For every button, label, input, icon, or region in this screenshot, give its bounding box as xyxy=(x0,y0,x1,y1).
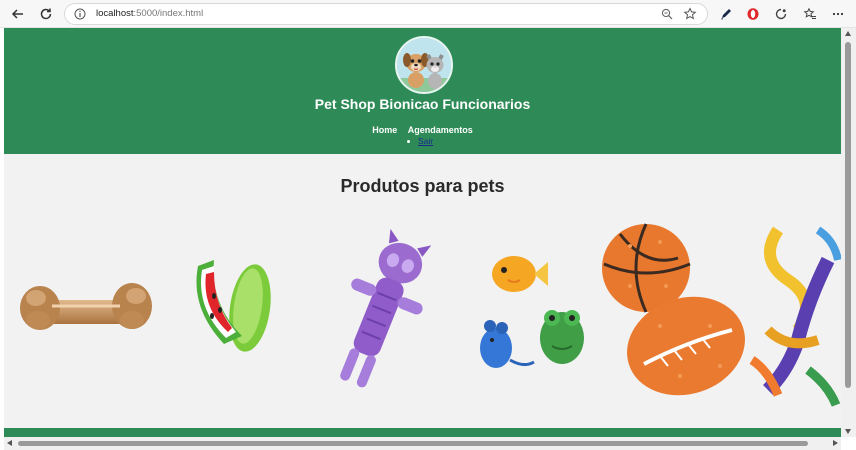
extensions-icon[interactable] xyxy=(771,4,791,24)
nav-sublist: Sair xyxy=(407,136,433,146)
info-icon[interactable] xyxy=(74,8,86,20)
horizontal-scroll-thumb[interactable] xyxy=(18,441,808,446)
ball-toys-image xyxy=(602,223,745,396)
zoom-icon[interactable] xyxy=(661,8,673,20)
site-title: Pet Shop Bionicao Funcionarios xyxy=(314,96,531,112)
scroll-right-icon[interactable] xyxy=(833,440,838,446)
bone-toy-image xyxy=(20,283,152,330)
scroll-down-icon[interactable] xyxy=(845,429,851,434)
site-header: Pet Shop Bionicao Funcionarios Home Agen… xyxy=(4,28,841,154)
footer-bar xyxy=(4,428,841,437)
scroll-left-icon[interactable] xyxy=(7,440,12,446)
pen-icon[interactable] xyxy=(716,4,736,24)
main-nav: Home Agendamentos xyxy=(4,125,841,135)
product-gallery xyxy=(4,208,841,418)
url-host: localhost xyxy=(96,8,134,19)
vertical-scroll-thumb[interactable] xyxy=(845,42,851,388)
logo xyxy=(395,36,453,94)
section-title: Produtos para pets xyxy=(340,176,505,196)
browser-toolbar: localhost:5000/index.html xyxy=(0,0,856,28)
vertical-scrollbar[interactable] xyxy=(841,28,856,437)
star-icon[interactable] xyxy=(683,7,697,21)
url-text: localhost:5000/index.html xyxy=(96,8,203,19)
logout-link[interactable]: Sair xyxy=(418,136,433,146)
nav-agendamentos-link[interactable]: Agendamentos xyxy=(408,125,473,135)
rope-toy-image xyxy=(749,226,841,407)
more-icon[interactable] xyxy=(828,4,848,24)
horizontal-scrollbar[interactable] xyxy=(4,437,841,450)
address-bar[interactable]: localhost:5000/index.html xyxy=(64,3,708,25)
fish-mouse-frog-toys-image xyxy=(480,256,584,368)
scroll-up-icon[interactable] xyxy=(845,31,851,36)
favorites-icon[interactable] xyxy=(800,4,820,24)
page-viewport: Pet Shop Bionicao Funcionarios Home Agen… xyxy=(4,28,841,437)
list-bullet xyxy=(407,139,410,143)
purple-cat-toy-image xyxy=(340,228,432,388)
watermelon-toy-image xyxy=(196,260,271,352)
pets-logo-image xyxy=(397,38,451,92)
reload-icon[interactable] xyxy=(36,4,56,24)
opera-icon[interactable] xyxy=(743,4,763,24)
nav-home-link[interactable]: Home xyxy=(372,125,397,135)
url-path: :5000/index.html xyxy=(133,8,204,19)
back-icon[interactable] xyxy=(8,4,28,24)
